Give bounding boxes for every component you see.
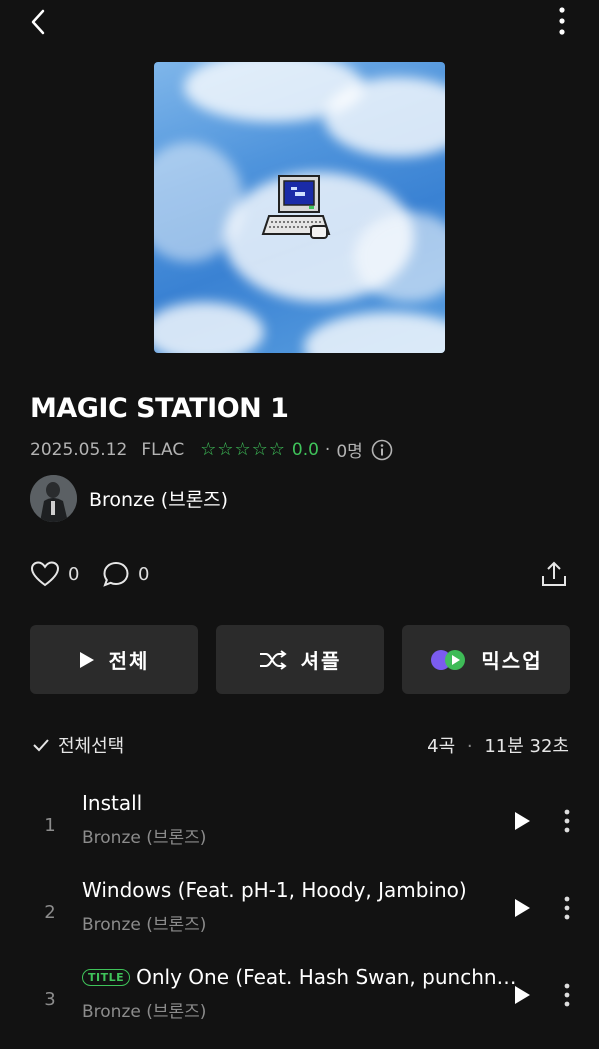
vertical-dots-icon: [564, 896, 570, 920]
play-icon: [515, 899, 530, 917]
more-options-button[interactable]: [548, 4, 576, 38]
chevron-left-icon: [31, 9, 45, 35]
track-row[interactable]: 2 Windows (Feat. pH-1, Hoody, Jambino) B…: [0, 876, 599, 962]
rating-score: 0.0: [291, 439, 319, 460]
vertical-dots-icon: [564, 809, 570, 833]
track-play-button[interactable]: [508, 981, 536, 1009]
title-track-badge: TITLE: [82, 969, 131, 986]
select-all-label: 전체선택: [58, 736, 125, 757]
like-button[interactable]: 0: [30, 560, 79, 588]
track-more-button[interactable]: [558, 981, 576, 1009]
mixup-label: 믹스업: [481, 649, 543, 673]
select-all-button[interactable]: 전체선택: [32, 732, 124, 758]
track-more-button[interactable]: [558, 807, 576, 835]
heart-icon: [30, 561, 60, 587]
track-count: 4곡: [427, 736, 456, 757]
artist-name: Bronze (브론즈): [89, 489, 229, 511]
track-play-button[interactable]: [508, 894, 536, 922]
track-number: 1: [44, 815, 56, 836]
share-icon: [542, 561, 566, 586]
track-play-button[interactable]: [508, 807, 536, 835]
track-artist: Bronze (브론즈): [82, 828, 207, 848]
album-cover[interactable]: [154, 62, 445, 353]
track-title: Windows (Feat. pH-1, Hoody, Jambino): [82, 878, 467, 902]
artist-link[interactable]: Bronze (브론즈): [30, 475, 228, 522]
track-more-button[interactable]: [558, 894, 576, 922]
album-meta: 2025.05.12 FLAC ☆☆☆☆☆ 0.0 · 0명: [30, 437, 393, 462]
track-title: Only One (Feat. Hash Swan, punchn…: [136, 965, 517, 989]
shuffle-icon: [259, 649, 287, 670]
share-button[interactable]: [538, 558, 570, 590]
track-title-line: TITLE Only One (Feat. Hash Swan, punchn…: [82, 965, 517, 989]
album-title: MAGIC STATION 1: [30, 393, 289, 424]
back-button[interactable]: [22, 6, 54, 38]
play-icon: [515, 986, 530, 1004]
comment-icon: [103, 561, 129, 587]
track-summary: 4곡 · 11분 32초: [427, 732, 569, 758]
play-icon: [515, 812, 530, 830]
vertical-dots-icon: [564, 983, 570, 1007]
like-count: 0: [68, 563, 80, 585]
summary-separator: ·: [466, 736, 473, 757]
mixup-icon: [431, 649, 466, 670]
play-icon: [79, 651, 94, 668]
rating-count: 0명: [336, 442, 363, 462]
track-title: Install: [82, 791, 143, 815]
play-all-button[interactable]: 전체: [30, 625, 198, 694]
audio-format: FLAC: [141, 439, 185, 460]
track-row[interactable]: 1 Install Bronze (브론즈): [0, 789, 599, 875]
vertical-dots-icon: [559, 7, 565, 35]
check-icon: [33, 739, 49, 752]
shuffle-button[interactable]: 셔플: [216, 625, 384, 694]
play-all-label: 전체: [108, 649, 150, 673]
artist-avatar: [30, 475, 77, 522]
release-date: 2025.05.12: [30, 439, 128, 460]
comment-count: 0: [138, 563, 150, 585]
track-number: 2: [44, 902, 56, 923]
track-artist: Bronze (브론즈): [82, 915, 207, 935]
shuffle-label: 셔플: [300, 649, 342, 673]
mixup-button[interactable]: 믹스업: [402, 625, 570, 694]
track-row[interactable]: 3 TITLE Only One (Feat. Hash Swan, punchn…: [0, 963, 599, 1049]
rating-separator: ·: [324, 439, 331, 460]
info-icon[interactable]: [371, 439, 393, 461]
retro-computer-icon: [261, 175, 331, 239]
comment-button[interactable]: 0: [102, 560, 149, 588]
track-number: 3: [44, 989, 56, 1010]
track-artist: Bronze (브론즈): [82, 1002, 207, 1022]
rating-stars-icon[interactable]: ☆☆☆☆☆: [200, 439, 286, 460]
total-duration: 11분 32초: [484, 736, 569, 757]
